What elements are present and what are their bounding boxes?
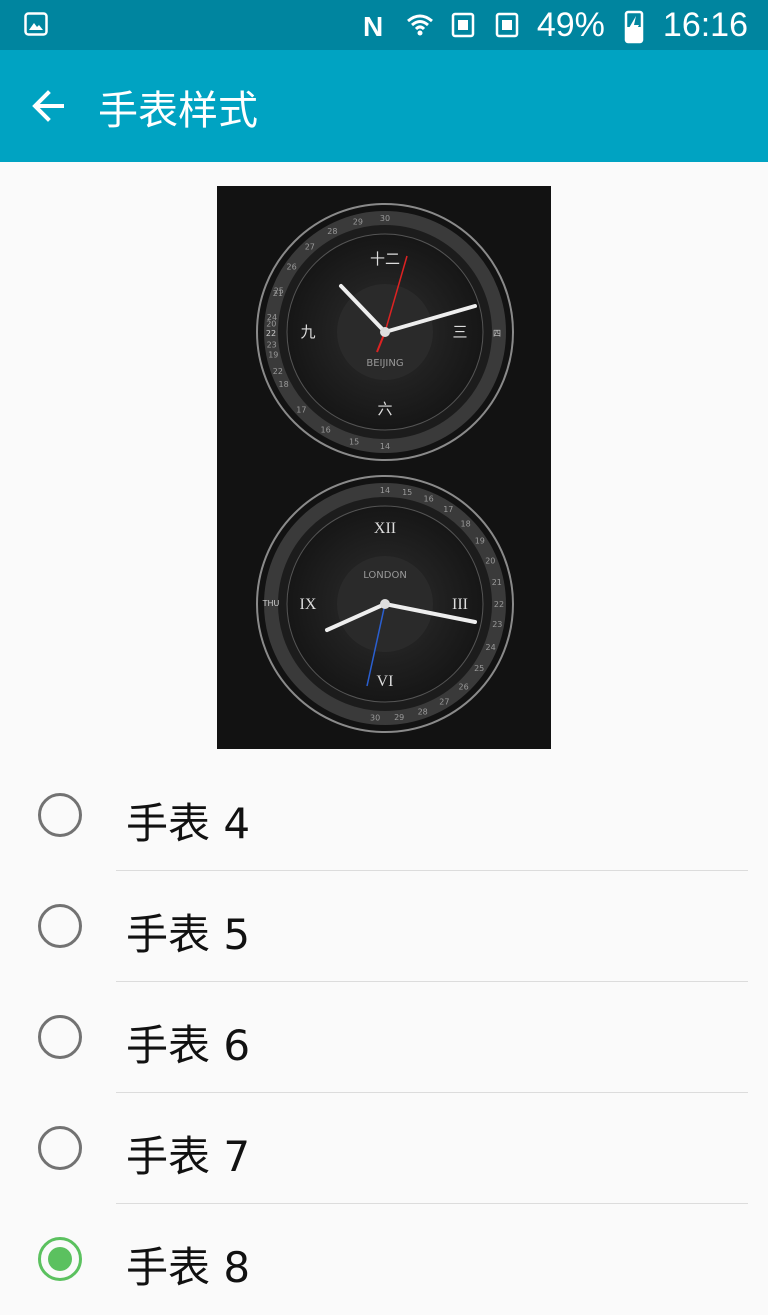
ring-number: 22 [273,367,283,376]
ring-number: 17 [443,505,453,514]
option-label: 手表 8 [126,1243,251,1292]
page-title: 手表样式 [98,88,258,134]
app-bar: 手表样式 [0,50,768,162]
ring-number: 27 [305,242,315,251]
city-label: BEIJING [366,358,403,369]
ring-number: 30 [370,714,380,723]
battery-charging-icon [619,10,649,44]
option-watch-8[interactable]: 手表 8 [0,1204,768,1315]
radio-button-selected[interactable] [38,1237,82,1281]
ring-number: 24 [486,643,496,652]
numeral-3: III [452,596,468,613]
svg-text:N: N [363,11,383,40]
ring-number: 29 [394,713,404,722]
sim2-icon [493,10,523,40]
back-arrow-icon[interactable] [28,84,72,128]
ring-number: 20 [485,556,495,565]
radio-button[interactable] [38,793,82,837]
option-label: 手表 6 [126,1021,251,1070]
option-label: 手表 4 [126,799,251,848]
option-watch-5[interactable]: 手表 5 [0,871,768,982]
ring-number: 27 [439,697,449,706]
ring-number: 28 [327,227,337,236]
numeral-9: 九 [300,323,315,341]
clock-time: 16:16 [662,5,748,44]
radio-button[interactable] [38,1126,82,1170]
numeral-6: 六 [377,400,392,418]
sim1-icon [449,10,479,40]
ring-number: 14 [380,486,390,495]
side-numeral: 四 [493,329,501,338]
ring-number: 23 [267,340,277,349]
option-watch-4[interactable]: 手表 4 [0,760,768,871]
ring-number: 30 [380,214,390,223]
wifi-icon [405,10,435,40]
ring-number: 18 [279,380,289,389]
ring-number: 17 [296,406,306,415]
option-label: 手表 5 [126,910,251,959]
option-label: 手表 7 [126,1132,251,1181]
numeral-6: VI [377,673,394,690]
ring-number: 16 [321,425,331,434]
watch-preview-image: 十二 三 六 九 BEIJING 22 四 XII III VI IX LOND… [217,186,551,749]
ring-number: 26 [287,263,297,272]
numeral-12: XII [374,520,396,537]
ring-number: 29 [353,217,363,226]
ring-number: 22 [494,600,504,609]
gallery-icon [24,12,48,36]
watch-option-list: 手表 4 手表 5 手表 6 手表 7 手表 8 [0,760,768,1315]
ring-number: 20 [266,320,276,329]
numeral-9: IX [300,596,317,613]
numeral-12: 十二 [370,250,400,268]
radio-button[interactable] [38,904,82,948]
ring-number: 28 [418,708,428,717]
date-label: 22 [266,329,276,338]
city-label: LONDON [363,570,407,581]
ring-number: 25 [474,664,484,673]
battery-percent: 49% [536,5,605,44]
ring-number: 15 [402,488,412,497]
radio-button[interactable] [38,1015,82,1059]
numeral-3: 三 [452,323,467,341]
ring-number: 15 [349,438,359,447]
ring-number: 19 [268,351,278,360]
nfc-icon: N [361,10,391,42]
ring-number: 19 [475,537,485,546]
ring-number: 18 [461,519,471,528]
ring-number: 26 [459,683,469,692]
status-bar: N 49% 16:16 [0,0,768,50]
option-watch-7[interactable]: 手表 7 [0,1093,768,1204]
option-watch-6[interactable]: 手表 6 [0,982,768,1093]
ring-number: 14 [380,442,390,451]
ring-number: 16 [424,495,434,504]
day-label: THU [262,599,280,608]
ring-number: 21 [273,289,283,298]
ring-number: 23 [492,620,502,629]
ring-number: 21 [492,578,502,587]
